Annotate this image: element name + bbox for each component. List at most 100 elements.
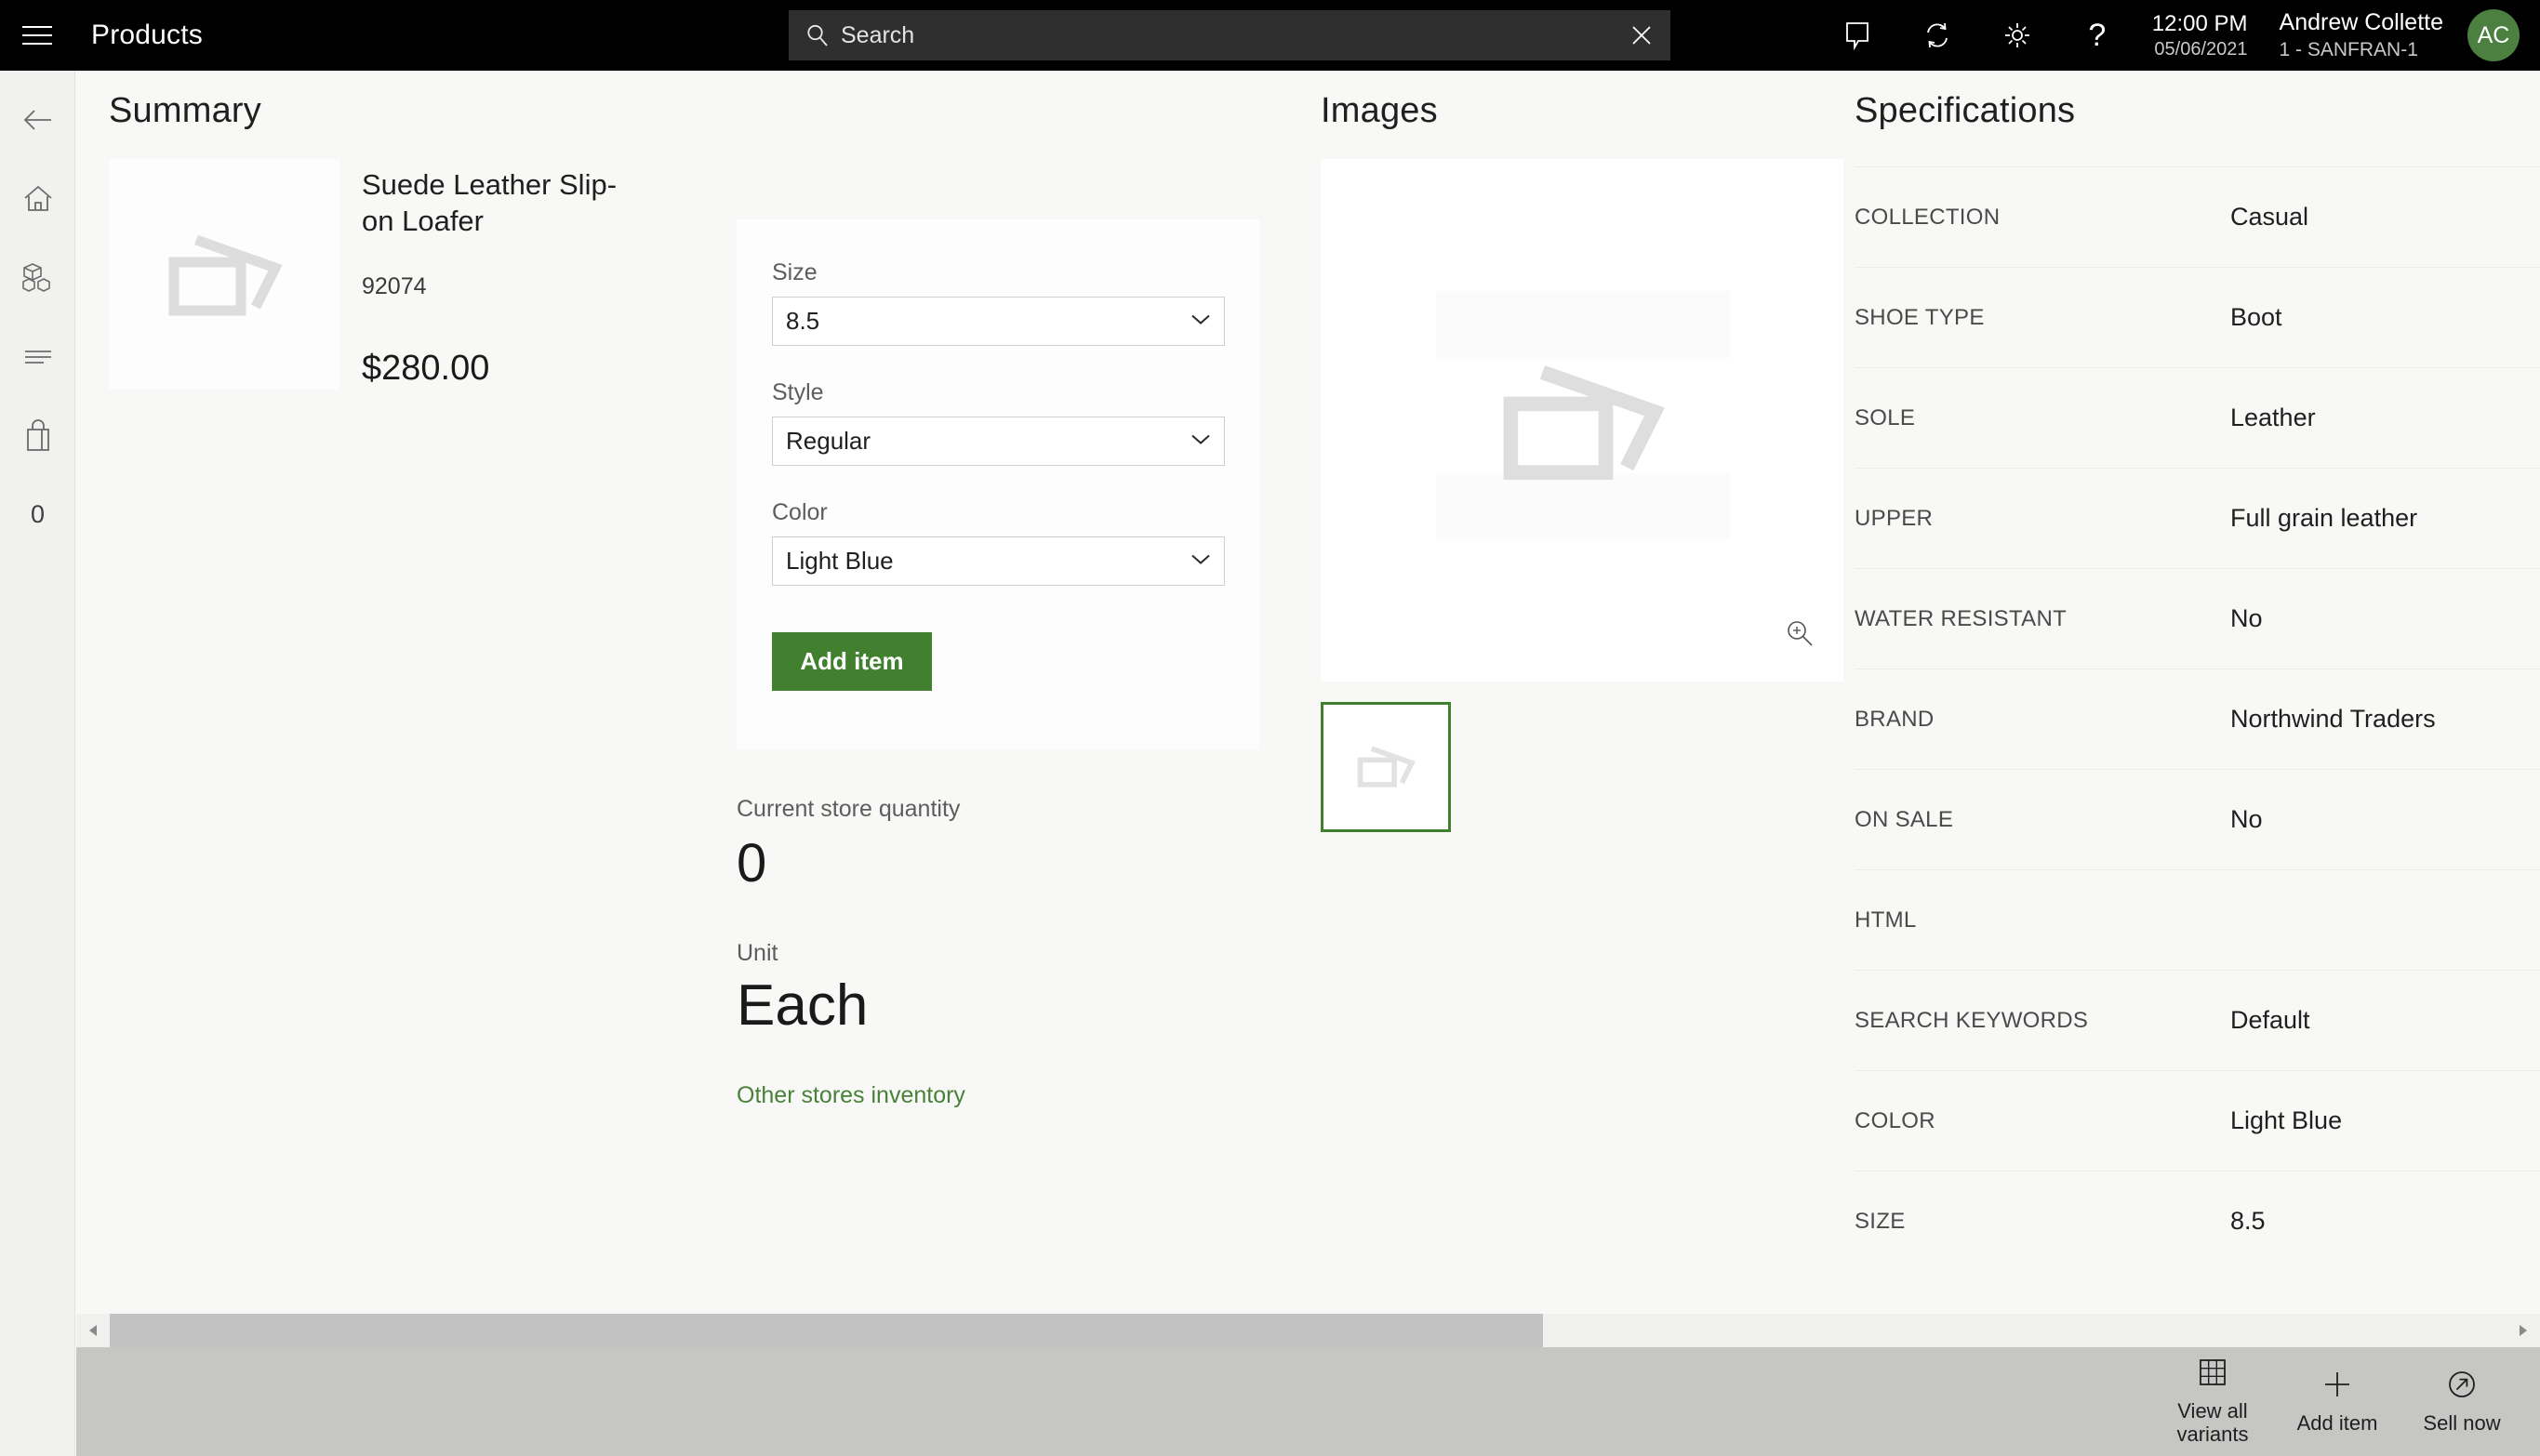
table-row: BRAND Northwind Traders xyxy=(1855,668,2540,769)
page-title: Products xyxy=(91,20,203,50)
spec-value: Default xyxy=(2230,1006,2310,1034)
color-select[interactable]: Light Blue xyxy=(772,536,1225,586)
product-price: $280.00 xyxy=(362,348,490,388)
scrollbar-track[interactable] xyxy=(110,1314,2507,1347)
products-icon[interactable] xyxy=(0,238,75,317)
search-input[interactable] xyxy=(841,21,1613,49)
current-store-quantity-label: Current store quantity xyxy=(737,796,961,822)
add-item-bottom-label: Add item xyxy=(2296,1410,2378,1435)
spec-value: Full grain leather xyxy=(2230,504,2418,532)
table-row: COLOR Light Blue xyxy=(1855,1070,2540,1171)
zoom-in-icon[interactable] xyxy=(1784,617,1815,654)
image-thumbnail-strip xyxy=(1321,702,1860,832)
product-name: Suede Leather Slip-on Loafer xyxy=(362,168,618,238)
table-row: SEARCH KEYWORDS Default xyxy=(1855,970,2540,1070)
spec-key: HTML xyxy=(1855,907,1917,933)
size-select[interactable]: 8.5 xyxy=(772,297,1225,346)
sell-now-label: Sell now xyxy=(2423,1410,2501,1435)
gear-icon[interactable] xyxy=(1977,0,2057,71)
chevron-right-icon[interactable] xyxy=(2507,1314,2540,1347)
spec-value: Light Blue xyxy=(2230,1106,2343,1134)
style-label: Style xyxy=(772,379,824,405)
table-row: UPPER Full grain leather xyxy=(1855,468,2540,568)
product-thumbnail xyxy=(109,159,339,390)
spec-value: Northwind Traders xyxy=(2230,705,2436,733)
images-title: Images xyxy=(1321,91,1438,130)
top-bar: Products Search ? 12:00 PM 05/06/2021 An… xyxy=(0,0,2540,71)
hamburger-icon[interactable] xyxy=(0,0,74,71)
size-value: 8.5 xyxy=(786,307,820,335)
avatar[interactable]: AC xyxy=(2467,9,2520,61)
add-item-bottom-button[interactable]: Add item xyxy=(2281,1347,2393,1456)
specifications-section: Specifications COLLECTION Casual SHOE TY… xyxy=(1855,91,2540,1271)
user-name: Andrew Collette xyxy=(2279,9,2443,36)
spec-key: UPPER xyxy=(1855,505,1934,531)
unit-label: Unit xyxy=(737,939,778,966)
add-item-button[interactable]: Add item xyxy=(772,632,932,691)
image-placeholder-icon xyxy=(1489,346,1675,496)
image-thumbnail-0[interactable] xyxy=(1321,702,1451,832)
sync-icon[interactable] xyxy=(1897,0,1977,71)
unit-value: Each xyxy=(737,973,869,1038)
spec-key: SOLE xyxy=(1855,404,1916,430)
cart-count[interactable]: 0 xyxy=(0,475,75,554)
top-bar-right: ? 12:00 PM 05/06/2021 Andrew Collette 1 … xyxy=(1817,0,2540,71)
home-icon[interactable] xyxy=(0,159,75,238)
main-content: Summary Suede Leather Slip-on Loafer 920… xyxy=(76,71,2540,1314)
spec-key: WATER RESISTANT xyxy=(1855,605,2068,631)
chevron-down-icon xyxy=(1190,312,1211,330)
list-icon[interactable] xyxy=(0,317,75,396)
style-value: Regular xyxy=(786,427,871,455)
chevron-down-icon xyxy=(1190,552,1211,570)
table-row: SOLE Leather xyxy=(1855,367,2540,468)
arrow-circle-icon xyxy=(2446,1369,2478,1405)
spec-value: No xyxy=(2230,805,2263,833)
back-arrow-icon[interactable] xyxy=(0,80,75,159)
help-glyph: ? xyxy=(2088,18,2107,53)
shopping-bag-icon[interactable] xyxy=(0,396,75,475)
size-label: Size xyxy=(772,259,818,285)
message-icon[interactable] xyxy=(1817,0,1897,71)
bottom-action-bar: View all variants Add item Sell now xyxy=(76,1347,2540,1456)
chevron-left-icon[interactable] xyxy=(76,1314,110,1347)
user-store: 1 - SANFRAN-1 xyxy=(2279,38,2418,60)
plus-icon xyxy=(2321,1369,2353,1405)
sell-now-button[interactable]: Sell now xyxy=(2406,1347,2518,1456)
search-bar[interactable] xyxy=(789,10,1670,60)
search-icon xyxy=(805,23,830,47)
table-row: ON SALE No xyxy=(1855,769,2540,869)
specifications-title: Specifications xyxy=(1855,91,2076,130)
table-row: SIZE 8.5 xyxy=(1855,1171,2540,1271)
color-label: Color xyxy=(772,499,828,525)
spec-key: BRAND xyxy=(1855,706,1935,732)
close-icon[interactable] xyxy=(1613,10,1670,60)
spec-value: No xyxy=(2230,604,2263,632)
spec-value: Casual xyxy=(2230,203,2309,231)
table-row: WATER RESISTANT No xyxy=(1855,568,2540,668)
main-image[interactable] xyxy=(1321,159,1843,682)
current-date: 05/06/2021 xyxy=(2154,38,2248,60)
current-time: 12:00 PM xyxy=(2151,10,2248,36)
spec-value: Boot xyxy=(2230,303,2282,331)
variant-form-card: Size 8.5 Style Regular Color Light Blue xyxy=(737,219,1259,749)
table-row: COLLECTION Casual xyxy=(1855,166,2540,267)
help-icon[interactable]: ? xyxy=(2057,0,2137,71)
left-rail: 0 xyxy=(0,71,75,1456)
spec-value: 8.5 xyxy=(2230,1207,2266,1235)
scrollbar-thumb[interactable] xyxy=(110,1314,1543,1347)
view-all-variants-button[interactable]: View all variants xyxy=(2157,1347,2268,1456)
inventory-section: Current store quantity 0 Unit Each Other… xyxy=(737,796,1295,1109)
product-meta: Suede Leather Slip-on Loafer 92074 $280.… xyxy=(362,159,641,390)
cart-count-value: 0 xyxy=(30,500,46,528)
spec-key: COLLECTION xyxy=(1855,204,2001,230)
color-value: Light Blue xyxy=(786,547,894,575)
style-select[interactable]: Regular xyxy=(772,417,1225,466)
spec-key: ON SALE xyxy=(1855,806,1954,832)
summary-title: Summary xyxy=(109,91,261,130)
spec-key: SIZE xyxy=(1855,1208,1906,1234)
bottom-actions: View all variants Add item Sell now xyxy=(2144,1347,2518,1456)
other-stores-inventory-link[interactable]: Other stores inventory xyxy=(737,1082,965,1109)
table-row: HTML xyxy=(1855,869,2540,970)
horizontal-scrollbar[interactable] xyxy=(76,1314,2540,1347)
user-info[interactable]: Andrew Collette 1 - SANFRAN-1 xyxy=(2280,8,2443,62)
